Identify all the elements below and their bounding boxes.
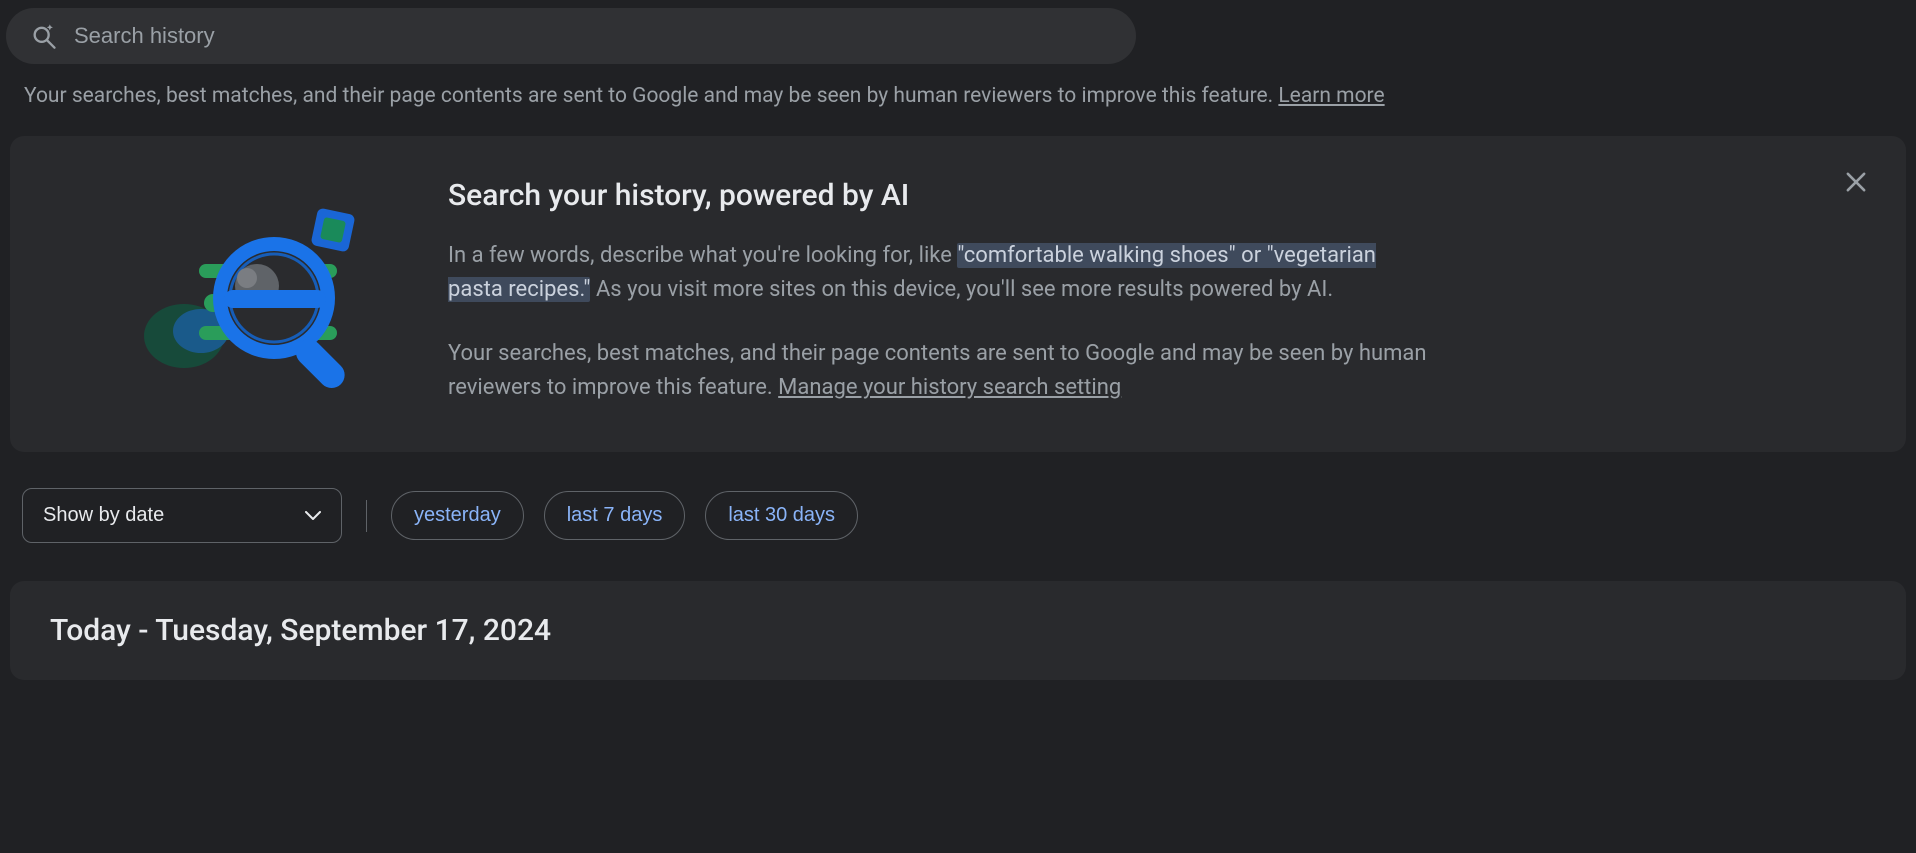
disclosure-text: Your searches, best matches, and their p…: [24, 84, 1278, 108]
chip-last-30-days[interactable]: last 30 days: [705, 491, 858, 540]
filters-divider: [366, 500, 367, 532]
manage-setting-link[interactable]: Manage your history search setting: [778, 375, 1121, 400]
date-group-heading: Today - Tuesday, September 17, 2024: [50, 613, 1866, 648]
ai-search-info-card: Search your history, powered by AI In a …: [10, 136, 1906, 452]
info-title: Search your history, powered by AI: [448, 178, 1428, 213]
search-input[interactable]: [74, 23, 1112, 49]
chip-yesterday[interactable]: yesterday: [391, 491, 524, 540]
info-content: Search your history, powered by AI In a …: [448, 174, 1428, 405]
close-button[interactable]: [1836, 162, 1876, 205]
filters-row: Show by date yesterday last 7 days last …: [0, 488, 1916, 543]
search-bar[interactable]: [6, 8, 1136, 64]
chip-last-7-days[interactable]: last 7 days: [544, 491, 686, 540]
info-privacy: Your searches, best matches, and their p…: [448, 337, 1428, 405]
history-date-group: Today - Tuesday, September 17, 2024: [10, 581, 1906, 680]
ai-search-illustration: [64, 174, 394, 406]
info-body-prefix: In a few words, describe what you're loo…: [448, 243, 957, 268]
search-sparkle-icon: [30, 22, 58, 50]
close-icon: [1842, 184, 1870, 199]
show-by-date-select[interactable]: Show by date: [22, 488, 342, 543]
learn-more-link[interactable]: Learn more: [1278, 84, 1384, 108]
info-body-suffix: As you visit more sites on this device, …: [590, 277, 1333, 302]
privacy-disclosure: Your searches, best matches, and their p…: [0, 84, 1916, 136]
caret-down-icon: [305, 504, 321, 527]
select-label: Show by date: [43, 504, 164, 527]
info-body: In a few words, describe what you're loo…: [448, 239, 1428, 307]
